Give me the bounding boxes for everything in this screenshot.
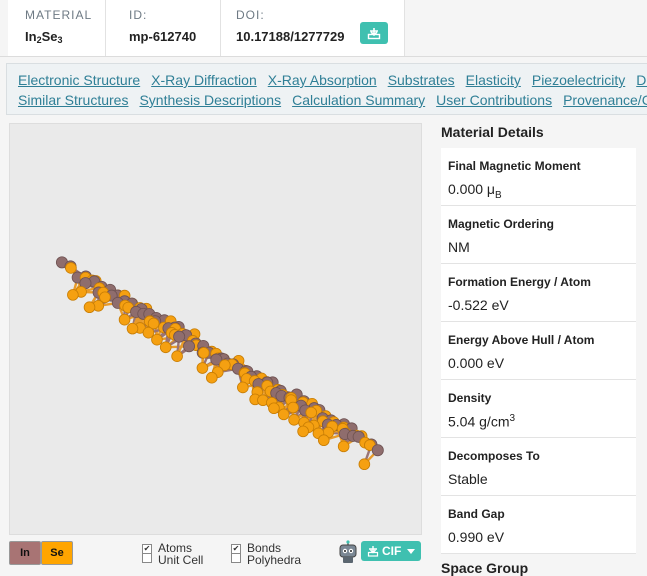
- detail-energy-above-hull-atom: Energy Above Hull / Atom 0.000 eV: [441, 322, 636, 380]
- material-header: MATERIAL In2Se3 ID: mp-612740 DOI: 10.17…: [0, 0, 647, 56]
- detail-label: Energy Above Hull / Atom: [448, 333, 594, 347]
- material-details-title: Material Details: [441, 124, 544, 140]
- detail-value: 0.000 μB: [448, 181, 502, 201]
- atom-se: [119, 314, 130, 325]
- nav-link-die[interactable]: Die: [636, 72, 647, 88]
- id-label: ID:: [129, 8, 147, 22]
- detail-magnetic-ordering: Magnetic Ordering NM: [441, 206, 636, 264]
- atom-se: [288, 402, 299, 413]
- doi-value: 10.17188/1277729: [236, 29, 344, 44]
- detail-value: Stable: [448, 471, 488, 487]
- atom-se: [197, 363, 208, 374]
- detail-label: Magnetic Ordering: [448, 217, 554, 231]
- detail-final-magnetic-moment: Final Magnetic Moment 0.000 μB: [441, 148, 636, 206]
- detail-label: Formation Energy / Atom: [448, 275, 591, 289]
- nav-link-provenance-c[interactable]: Provenance/C: [563, 92, 647, 108]
- viewer-controls: In Se ✔Atoms Unit Cell ✔Bonds Polyhedra …: [9, 539, 429, 574]
- unit-cell-label: Unit Cell: [158, 553, 203, 567]
- header-divider: [0, 56, 647, 57]
- atom-se: [198, 347, 209, 358]
- detail-value: 0.990 eV: [448, 529, 504, 545]
- polyhedra-label: Polyhedra: [247, 553, 301, 567]
- atom-se: [67, 289, 78, 300]
- atom-se: [127, 323, 138, 334]
- atom-in: [183, 341, 194, 352]
- nav-link-calculation-summary[interactable]: Calculation Summary: [292, 92, 425, 108]
- nav-link-piezoelectricity[interactable]: Piezoelectricity: [532, 72, 625, 88]
- structure-viewer[interactable]: [9, 123, 422, 535]
- detail-value: -0.522 eV: [448, 297, 509, 313]
- robot-icon[interactable]: [337, 540, 359, 564]
- polyhedra-checkbox[interactable]: [231, 553, 241, 563]
- nav-link-similar-structures[interactable]: Similar Structures: [18, 92, 128, 108]
- caret-down-icon: [407, 549, 415, 555]
- atom-in: [372, 445, 383, 456]
- element-in-button[interactable]: In: [9, 541, 41, 565]
- detail-label: Decomposes To: [448, 449, 540, 463]
- polyhedra-toggle[interactable]: Polyhedra: [231, 553, 301, 567]
- id-cell: ID: mp-612740: [106, 0, 221, 56]
- atom-se: [152, 334, 163, 345]
- nav-row-2: Similar Structures Synthesis Descriptions…: [18, 92, 647, 108]
- doi-label: DOI:: [236, 8, 265, 22]
- detail-density: Density 5.04 g/cm3: [441, 380, 636, 438]
- atom-se: [66, 263, 77, 274]
- atom-se: [269, 403, 280, 414]
- cif-download-button[interactable]: CIF: [361, 541, 421, 561]
- download-icon: [360, 22, 388, 44]
- nav-link-user-contributions[interactable]: User Contributions: [436, 92, 552, 108]
- nav-link-substrates[interactable]: Substrates: [388, 72, 455, 88]
- material-formula: In2Se3: [25, 29, 63, 44]
- crystal-structure-canvas[interactable]: [10, 124, 421, 534]
- atom-se: [84, 302, 95, 313]
- atom-in: [174, 331, 185, 342]
- detail-label: Band Gap: [448, 507, 505, 521]
- detail-decomposes-to: Decomposes To Stable: [441, 438, 636, 496]
- id-value: mp-612740: [129, 29, 196, 44]
- doi-download-button[interactable]: [360, 22, 388, 44]
- nav-link-synthesis-descriptions[interactable]: Synthesis Descriptions: [139, 92, 281, 108]
- detail-band-gap: Band Gap 0.990 eV: [441, 496, 636, 554]
- material-cell: MATERIAL In2Se3: [8, 0, 106, 56]
- unit-cell-checkbox[interactable]: [142, 553, 152, 563]
- element-se-button[interactable]: Se: [41, 541, 73, 565]
- atom-se: [318, 435, 329, 446]
- section-nav: Electronic Structure X-Ray Diffraction X-R…: [6, 63, 647, 115]
- nav-row-1: Electronic Structure X-Ray Diffraction X-R…: [18, 72, 647, 88]
- atom-se: [278, 409, 289, 420]
- detail-label: Final Magnetic Moment: [448, 159, 581, 173]
- atom-se: [298, 426, 309, 437]
- detail-value: 0.000 eV: [448, 355, 504, 371]
- atom-se: [237, 382, 248, 393]
- unit-cell-toggle[interactable]: Unit Cell: [142, 553, 203, 567]
- material-label: MATERIAL: [25, 8, 92, 22]
- atom-se: [306, 407, 317, 418]
- atom-se: [338, 441, 349, 452]
- nav-link-elasticity[interactable]: Elasticity: [466, 72, 521, 88]
- atom-se: [160, 342, 171, 353]
- atom-se: [172, 351, 183, 362]
- atom-se: [359, 459, 370, 470]
- material-details-panel: Final Magnetic Moment 0.000 μB Magnetic Or…: [441, 148, 636, 554]
- detail-formation-energy-atom: Formation Energy / Atom -0.522 eV: [441, 264, 636, 322]
- nav-link-x-ray-diffraction[interactable]: X-Ray Diffraction: [151, 72, 257, 88]
- atom-se: [289, 414, 300, 425]
- download-icon: [366, 544, 380, 558]
- detail-value: NM: [448, 239, 470, 255]
- atom-se: [206, 372, 217, 383]
- cif-label: CIF: [382, 541, 401, 561]
- detail-value: 5.04 g/cm3: [448, 413, 515, 430]
- detail-label: Density: [448, 391, 491, 405]
- nav-link-electronic-structure[interactable]: Electronic Structure: [18, 72, 140, 88]
- nav-link-x-ray-absorption[interactable]: X-Ray Absorption: [268, 72, 377, 88]
